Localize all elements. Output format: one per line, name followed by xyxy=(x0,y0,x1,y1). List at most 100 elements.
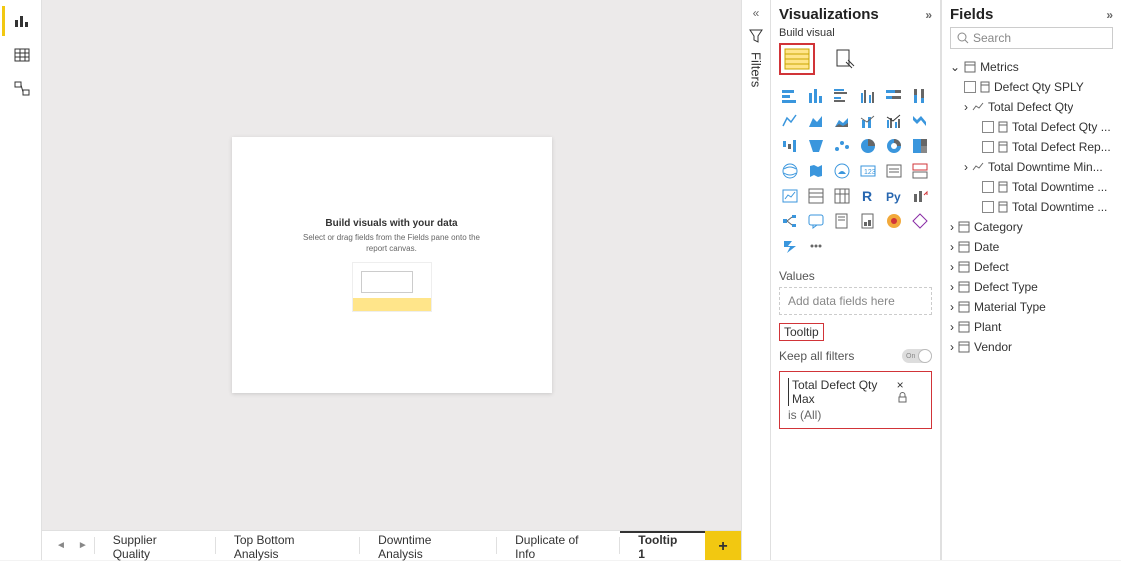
card-icon[interactable] xyxy=(883,160,905,182)
paginated-report-icon[interactable] xyxy=(857,210,879,232)
svg-text:R: R xyxy=(862,188,872,204)
power-automate-icon[interactable] xyxy=(779,235,801,257)
field-defect-qty-sply[interactable]: Defect Qty SPLY xyxy=(950,77,1113,97)
tab-duplicate-of-info[interactable]: Duplicate of Info xyxy=(497,531,619,560)
placeholder-title: Build visuals with your data xyxy=(325,218,457,229)
slicer-icon[interactable] xyxy=(805,185,827,207)
power-apps-icon[interactable] xyxy=(909,210,931,232)
checkbox[interactable] xyxy=(964,81,976,93)
line-chart-icon[interactable] xyxy=(779,110,801,132)
build-visual-button[interactable] xyxy=(779,43,815,75)
multi-row-card-icon[interactable] xyxy=(909,160,931,182)
chevron-right-icon: › xyxy=(964,160,968,174)
placeholder-illustration xyxy=(352,262,432,312)
gauge-icon[interactable]: 123 xyxy=(857,160,879,182)
table-icon xyxy=(958,341,970,353)
tab-top-bottom-analysis[interactable]: Top Bottom Analysis xyxy=(216,531,359,560)
kpi-icon[interactable] xyxy=(779,185,801,207)
donut-chart-icon[interactable] xyxy=(883,135,905,157)
table-vendor[interactable]: ›Vendor xyxy=(950,337,1113,357)
scatter-chart-icon[interactable] xyxy=(831,135,853,157)
remove-field-icon[interactable]: × xyxy=(897,378,904,392)
field-total-defect-qty[interactable]: › Total Defect Qty xyxy=(950,97,1113,117)
azure-map-icon[interactable] xyxy=(831,160,853,182)
collapse-visualizations-button[interactable]: » xyxy=(925,8,932,22)
report-view-button[interactable] xyxy=(2,6,40,36)
smart-narrative-icon[interactable] xyxy=(831,210,853,232)
tab-tooltip-1[interactable]: Tooltip 1 xyxy=(620,531,705,560)
key-influencers-icon[interactable] xyxy=(909,185,931,207)
field-total-downtime-child2[interactable]: Total Downtime ... xyxy=(950,197,1113,217)
visual-type-grid: 123 R Py xyxy=(779,85,932,257)
line-clustered-column-icon[interactable] xyxy=(883,110,905,132)
tab-supplier-quality[interactable]: Supplier Quality xyxy=(95,531,215,560)
fields-search-input[interactable]: Search xyxy=(950,27,1113,49)
filters-label: Filters xyxy=(749,52,764,87)
r-visual-icon[interactable]: R xyxy=(857,185,879,207)
chevron-right-icon: › xyxy=(950,220,954,234)
waterfall-chart-icon[interactable] xyxy=(779,135,801,157)
values-field-well[interactable]: Add data fields here xyxy=(779,287,932,315)
qa-visual-icon[interactable] xyxy=(805,210,827,232)
line-stacked-column-icon[interactable] xyxy=(857,110,879,132)
checkbox[interactable] xyxy=(982,181,994,193)
clustered-bar-chart-icon[interactable] xyxy=(831,85,853,107)
chevron-right-icon: › xyxy=(950,300,954,314)
map-icon[interactable] xyxy=(779,160,801,182)
table-defect[interactable]: ›Defect xyxy=(950,257,1113,277)
canvas-inner: Build visuals with your data Select or d… xyxy=(42,0,741,530)
table-defect-type[interactable]: ›Defect Type xyxy=(950,277,1113,297)
filled-map-icon[interactable] xyxy=(805,160,827,182)
format-visual-button[interactable] xyxy=(827,43,863,75)
area-chart-icon[interactable] xyxy=(805,110,827,132)
table-icon xyxy=(13,46,31,64)
trendline-icon xyxy=(972,162,984,172)
ribbon-chart-icon[interactable] xyxy=(909,110,931,132)
table-category[interactable]: ›Category xyxy=(950,217,1113,237)
keep-all-filters-toggle[interactable]: On xyxy=(902,349,932,363)
arcgis-map-icon[interactable] xyxy=(883,210,905,232)
model-icon xyxy=(13,80,31,98)
lock-icon xyxy=(897,392,908,403)
svg-text:Py: Py xyxy=(886,190,901,204)
table-material-type[interactable]: ›Material Type xyxy=(950,297,1113,317)
table-visual-icon[interactable] xyxy=(831,185,853,207)
get-more-visuals-icon[interactable] xyxy=(805,235,827,257)
tab-downtime-analysis[interactable]: Downtime Analysis xyxy=(360,531,496,560)
table-metrics[interactable]: ⌄ Metrics xyxy=(950,57,1113,77)
tooltip-field-well[interactable]: Total Defect Qty Max × is (All) xyxy=(779,371,932,429)
stacked-bar-chart-icon[interactable] xyxy=(779,85,801,107)
report-page-surface[interactable]: Build visuals with your data Select or d… xyxy=(232,137,552,393)
values-label: Values xyxy=(779,269,932,283)
hundred-stacked-bar-icon[interactable] xyxy=(883,85,905,107)
collapse-fields-button[interactable]: » xyxy=(1106,8,1113,22)
treemap-icon[interactable] xyxy=(909,135,931,157)
visualizations-title: Visualizations xyxy=(779,6,879,23)
pie-chart-icon[interactable] xyxy=(857,135,879,157)
calculator-icon xyxy=(998,201,1008,213)
tab-next-button[interactable]: ► xyxy=(72,531,94,560)
funnel-chart-icon[interactable] xyxy=(805,135,827,157)
checkbox[interactable] xyxy=(982,141,994,153)
data-view-button[interactable] xyxy=(2,40,40,70)
add-page-button[interactable]: + xyxy=(705,531,741,560)
tab-prev-button[interactable]: ◄ xyxy=(50,531,72,560)
stacked-area-chart-icon[interactable] xyxy=(831,110,853,132)
field-total-downtime-child1[interactable]: Total Downtime ... xyxy=(950,177,1113,197)
stacked-column-chart-icon[interactable] xyxy=(805,85,827,107)
field-total-defect-qty-child1[interactable]: Total Defect Qty ... xyxy=(950,117,1113,137)
calculator-icon xyxy=(998,121,1008,133)
table-date[interactable]: ›Date xyxy=(950,237,1113,257)
model-view-button[interactable] xyxy=(2,74,40,104)
field-total-downtime-min[interactable]: › Total Downtime Min... xyxy=(950,157,1113,177)
checkbox[interactable] xyxy=(982,201,994,213)
hundred-stacked-column-icon[interactable] xyxy=(909,85,931,107)
expand-filters-button[interactable]: « xyxy=(753,6,760,20)
field-total-defect-qty-child2[interactable]: Total Defect Rep... xyxy=(950,137,1113,157)
table-plant[interactable]: ›Plant xyxy=(950,317,1113,337)
clustered-column-chart-icon[interactable] xyxy=(857,85,879,107)
decomposition-tree-icon[interactable] xyxy=(779,210,801,232)
build-visual-label: Build visual xyxy=(779,27,932,39)
checkbox[interactable] xyxy=(982,121,994,133)
python-visual-icon[interactable]: Py xyxy=(883,185,905,207)
